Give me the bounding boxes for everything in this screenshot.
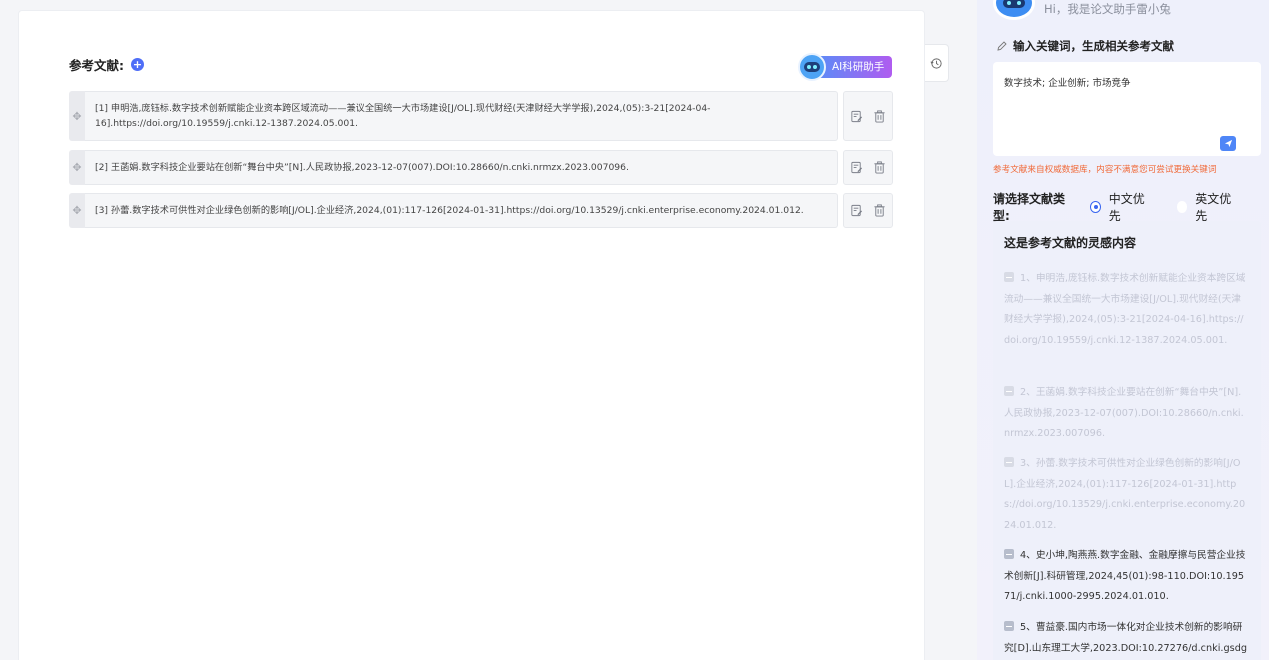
keyword-title: 输入关键词，生成相关参考文献 [997,38,1174,54]
ai-assistant-label: AI科研助手 [816,56,893,78]
reference-card: 参考文献: + AI科研助手 ✥ [1] 申明浩,庞钰标.数字技术创新赋能企业资… [18,10,925,660]
keyword-input-value: 数字技术; 企业创新; 市场竞争 [1004,78,1131,89]
checkbox-icon[interactable] [1004,386,1014,396]
checkbox-icon[interactable] [1004,621,1014,631]
edit-icon[interactable] [850,161,863,174]
reference-text[interactable]: [2] 王菡娟.数字科技企业要站在创新“舞台中央”[N].人民政协报,2023-… [85,150,838,185]
type-label: 请选择文献类型: [993,192,1066,223]
edit-icon[interactable] [850,110,863,123]
reference-text[interactable]: [3] 孙蕾.数字技术可供性对企业绿色创新的影响[J/OL].企业经济,2024… [85,193,838,228]
drag-handle-icon[interactable]: ✥ [69,150,85,185]
pencil-icon [997,41,1007,51]
delete-icon[interactable] [873,161,886,174]
history-icon [930,57,942,69]
add-reference-button[interactable]: + [131,58,144,71]
drag-handle-icon[interactable]: ✥ [69,91,85,141]
inspiration-item[interactable]: 3、孙蕾.数字技术可供性对企业绿色创新的影响[J/OL].企业经济,2024,(… [1004,454,1248,536]
reference-text[interactable]: [1] 申明浩,庞钰标.数字技术创新赋能企业资本跨区域流动——兼议全国统一大市场… [85,91,838,141]
send-button[interactable] [1220,136,1236,151]
checkbox-icon[interactable] [1004,457,1014,467]
history-button[interactable] [925,44,949,82]
delete-icon[interactable] [873,109,886,123]
source-notice: 参考文献来自权威数据库，内容不满意您可尝试更换关键词 [993,165,1217,175]
reference-header: 参考文献: + [69,55,144,74]
delete-icon[interactable] [873,204,886,217]
checkbox-icon[interactable] [1004,272,1014,282]
literature-type-selector: 请选择文献类型: 中文优先 英文优先 [993,190,1263,224]
inspiration-item[interactable]: 5、曹益豪.国内市场一体化对企业技术创新的影响研究[D].山东理工大学,2023… [1004,618,1248,660]
drag-handle-icon[interactable]: ✥ [69,193,85,228]
radio-chinese-first[interactable]: 中文优先 [1090,190,1151,224]
keyword-title-text: 输入关键词，生成相关参考文献 [1013,39,1174,53]
inspiration-item[interactable]: 2、王菡娟.数字科技企业要站在创新“舞台中央”[N].人民政协报,2023-12… [1004,383,1248,445]
reference-title: 参考文献: [69,58,124,73]
edit-icon[interactable] [850,204,863,217]
inspiration-panel: 这是参考文献的灵感内容 1、申明浩,庞钰标.数字技术创新赋能企业资本跨区域流动—… [993,221,1261,660]
reference-actions [843,91,893,141]
reference-actions [843,150,893,185]
inspiration-item[interactable]: 1、申明浩,庞钰标.数字技术创新赋能企业资本跨区域流动——兼议全国统一大市场建设… [1004,269,1248,351]
inspiration-item[interactable]: 4、史小坤,陶燕燕.数字金融、金融摩擦与民营企业技术创新[J].科研管理,202… [1004,546,1248,608]
radio-english-first[interactable]: 英文优先 [1176,190,1238,224]
plus-icon: + [132,58,143,71]
checkbox-icon[interactable] [1004,549,1014,559]
reference-actions [843,193,893,228]
ai-assistant-button[interactable]: AI科研助手 [798,53,893,81]
assistant-avatar [993,0,1035,20]
robot-icon [798,53,826,81]
inspiration-title: 这是参考文献的灵感内容 [1004,236,1137,250]
assistant-panel: Hi，我是论文助手雷小兔 输入关键词，生成相关参考文献 数字技术; 企业创新; … [977,0,1269,660]
assistant-greeting: Hi，我是论文助手雷小兔 [1044,2,1171,16]
send-icon [1224,139,1232,148]
